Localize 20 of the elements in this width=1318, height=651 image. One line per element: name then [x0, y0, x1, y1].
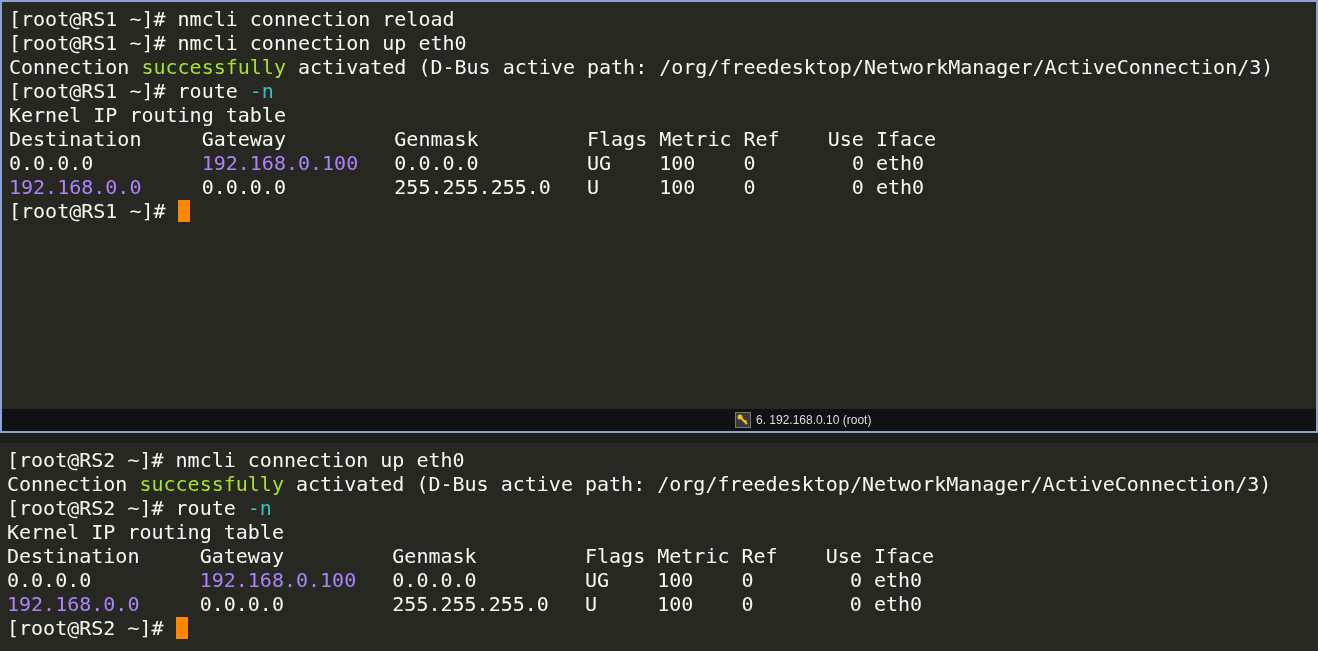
terminal-pane[interactable] [0, 0, 1318, 433]
terminal-line: Kernel IP routing table [9, 103, 286, 127]
terminal-line: [root@RS1 ~]# nmcli connection reload [9, 7, 455, 31]
terminal-line: 192.168.0.0 0.0.0.0 255.255.255.0 U 100 0 0 eth0 [9, 175, 925, 199]
terminal-line: 0.0.0.0 192.168.0.100 0.0.0.0 UG 100 0 0 eth0 [7, 568, 923, 592]
terminal-line: [root@RS1 ~]# route -n [9, 79, 274, 103]
terminal-line: [root@RS1 ~]# [9, 199, 167, 223]
terminal-line: Destination Gateway Genmask Flags Metric Ref Use Iface [9, 127, 937, 151]
terminal-line: [root@RS2 ~]# route -n [7, 496, 272, 520]
terminal-line: 192.168.0.0 0.0.0.0 255.255.255.0 U 100 0 0 eth0 [7, 592, 923, 616]
terminal-line: [root@RS2 ~]# nmcli connection up eth0 [7, 448, 465, 472]
terminal-line: 0.0.0.0 192.168.0.100 0.0.0.0 UG 100 0 0 eth0 [9, 151, 925, 175]
terminal-line: Destination Gateway Genmask Flags Metric Ref Use Iface [7, 544, 935, 568]
terminal-line: Kernel IP routing table [7, 520, 284, 544]
terminal-line: [root@RS1 ~]# nmcli connection up eth0 [9, 31, 467, 55]
session-label: 6. 192.168.0.10 (root) [756, 412, 872, 429]
terminal-line: [root@RS2 ~]# [7, 616, 165, 640]
terminal-line: Connection successfully activated (D-Bus active path: /org/freedesktop/NetworkManager/ActiveConnection/3) [9, 55, 1274, 79]
terminal-line: Connection successfully activated (D-Bus active path: /org/freedesktop/NetworkManager/ActiveConnection/3) [7, 472, 1272, 496]
key-icon [735, 412, 751, 428]
